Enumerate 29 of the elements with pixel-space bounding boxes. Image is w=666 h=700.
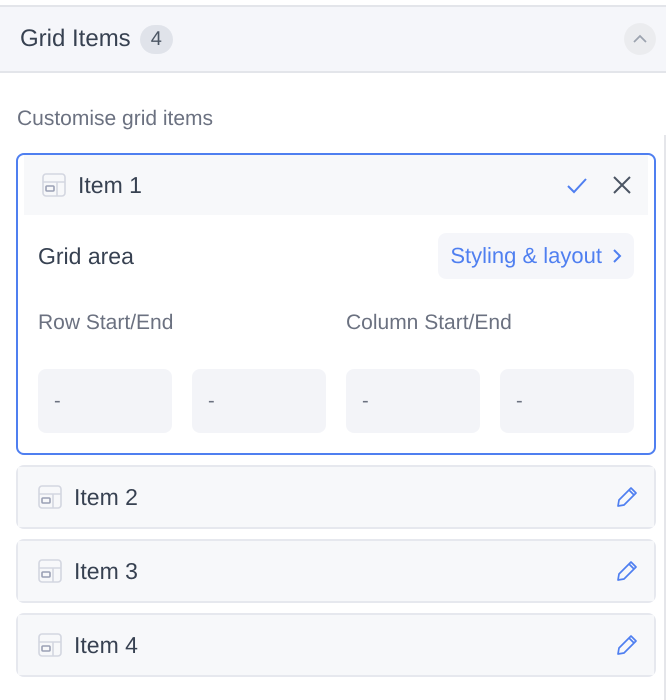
subtitle: Customise grid items xyxy=(17,107,214,131)
input-field[interactable]: - xyxy=(500,369,634,433)
pencil-icon xyxy=(616,560,638,582)
field-label: Column Start/End xyxy=(346,311,513,335)
grid-layout-icon xyxy=(38,485,62,509)
section-title: Grid Items xyxy=(20,25,131,53)
grid-area-heading: Grid area xyxy=(38,242,134,270)
close-icon xyxy=(612,175,632,195)
count-badge: 4 xyxy=(140,24,173,54)
edit-button[interactable] xyxy=(616,560,638,582)
item-label: Item 4 xyxy=(74,632,139,658)
pencil-icon xyxy=(616,486,638,508)
item-label: Item 1 xyxy=(78,172,143,198)
grid-layout-icon xyxy=(38,559,62,583)
input-field[interactable]: - xyxy=(38,369,172,433)
close-button[interactable] xyxy=(612,175,632,195)
grid-layout-icon xyxy=(38,633,62,657)
input-field[interactable]: - xyxy=(192,369,326,433)
styling-link[interactable]: Styling & layout xyxy=(438,233,634,279)
input-field[interactable]: - xyxy=(346,369,480,433)
edit-button[interactable] xyxy=(616,486,638,508)
item-label: Item 2 xyxy=(74,484,139,510)
chevron-right-icon xyxy=(612,248,622,264)
grid-layout-icon xyxy=(42,173,66,197)
collapse-button[interactable] xyxy=(624,23,656,55)
field-label: Row Start/End xyxy=(38,311,174,335)
item-label: Item 3 xyxy=(74,558,139,584)
pencil-icon xyxy=(616,634,638,656)
edit-button[interactable] xyxy=(616,634,638,656)
